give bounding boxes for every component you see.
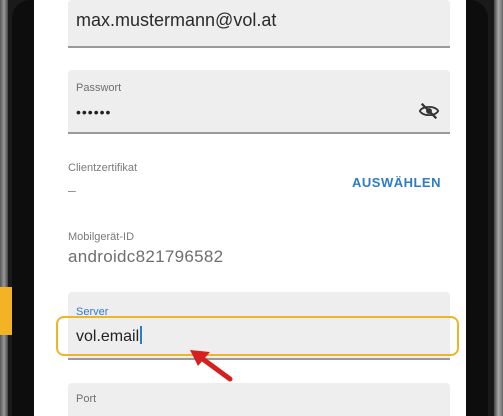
password-label: Passwort (76, 82, 122, 94)
certificate-value: – (68, 182, 76, 198)
email-field[interactable]: max.mustermann@vol.at (68, 0, 450, 48)
server-highlight-box (56, 316, 459, 356)
port-field[interactable]: Port (68, 383, 450, 416)
password-value: •••••• (76, 104, 112, 120)
phone-edge-right (494, 0, 503, 416)
device-id-label: Mobilgerät-ID (68, 231, 135, 243)
port-label: Port (76, 393, 97, 405)
eye-off-icon[interactable] (418, 100, 440, 122)
phone-edge-left (0, 0, 8, 416)
pointer-arrow-icon (190, 350, 233, 382)
password-field[interactable]: Passwort •••••• (68, 70, 450, 134)
certificate-label: Clientzertifikat (68, 162, 138, 174)
email-value: max.mustermann@vol.at (76, 10, 277, 30)
orange-marker (0, 287, 12, 335)
phone-frame: max.mustermann@vol.at Passwort •••••• Cl… (0, 0, 503, 416)
phone-bezel-left (12, 0, 34, 416)
phone-bezel-right (466, 0, 488, 416)
device-id-value: androidc821796582 (68, 247, 224, 266)
select-certificate-button[interactable]: AUSWÄHLEN (352, 175, 441, 190)
